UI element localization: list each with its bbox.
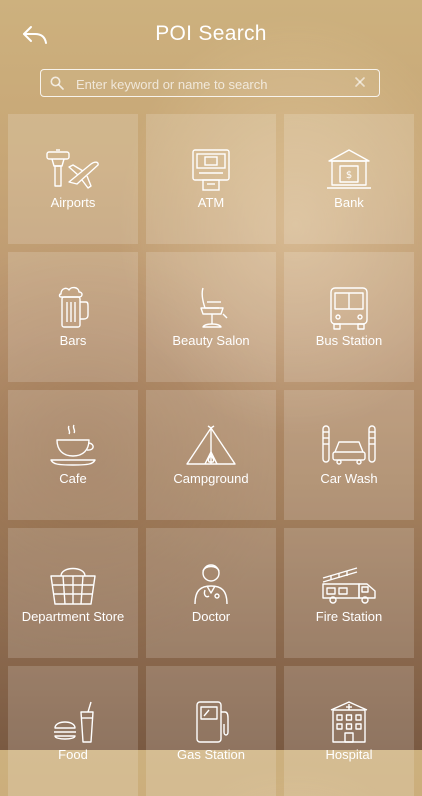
category-tile-car-wash[interactable]: Car Wash	[284, 390, 414, 520]
bus-icon	[330, 287, 368, 330]
category-tile-doctor[interactable]: Doctor	[146, 528, 276, 658]
category-label: Airports	[50, 195, 96, 210]
clear-search-icon[interactable]	[354, 76, 366, 88]
category-label: Fire Station	[315, 609, 383, 624]
category-label: Campground	[173, 471, 249, 486]
salon-chair-icon	[200, 287, 228, 328]
page-title: POI Search	[155, 22, 267, 45]
category-tile-bus-station[interactable]: Bus Station	[284, 252, 414, 382]
category-label: Gas Station	[177, 747, 245, 762]
search-icon	[50, 76, 64, 90]
bank-icon: $	[327, 149, 371, 189]
search-box	[40, 69, 380, 97]
category-tile-food[interactable]: Food	[8, 666, 138, 796]
header-bar: POI Search	[0, 0, 422, 66]
category-label: ATM	[197, 195, 225, 210]
category-tile-campground[interactable]: Campground	[146, 390, 276, 520]
beer-mug-icon	[58, 286, 89, 328]
coffee-cup-icon	[50, 424, 96, 466]
category-label: Beauty Salon	[172, 333, 250, 348]
category-tile-gas-station[interactable]: Gas Station	[146, 666, 276, 796]
category-label: Doctor	[191, 609, 231, 624]
airport-icon	[46, 149, 99, 189]
category-tile-airports[interactable]: Airports	[8, 114, 138, 244]
category-label: Food	[58, 747, 88, 762]
hospital-icon	[330, 701, 368, 743]
category-label: Car Wash	[320, 471, 378, 486]
tent-icon	[186, 425, 236, 465]
category-tile-fire-station[interactable]: Fire Station	[284, 528, 414, 658]
category-label: Hospital	[325, 747, 373, 762]
category-tile-hospital[interactable]: Hospital	[284, 666, 414, 796]
fire-truck-icon	[322, 567, 376, 604]
category-label: Bars	[59, 333, 87, 348]
category-label: Cafe	[59, 471, 87, 486]
atm-icon	[192, 149, 230, 191]
category-tile-bank[interactable]: $ Bank	[284, 114, 414, 244]
category-tile-department-store[interactable]: Department Store	[8, 528, 138, 658]
category-tile-atm[interactable]: ATM	[146, 114, 276, 244]
burger-drink-icon	[54, 701, 94, 743]
search-input[interactable]	[74, 73, 348, 95]
car-wash-icon	[322, 425, 376, 465]
category-label: Bus Station	[315, 333, 383, 348]
doctor-icon	[194, 564, 228, 605]
svg-text:$: $	[346, 170, 352, 181]
category-label: Bank	[334, 195, 364, 210]
category-label: Department Store	[21, 609, 125, 624]
gas-pump-icon	[196, 701, 229, 743]
category-tile-bars[interactable]: Bars	[8, 252, 138, 382]
basket-icon	[50, 567, 96, 605]
category-tile-cafe[interactable]: Cafe	[8, 390, 138, 520]
category-tile-beauty-salon[interactable]: Beauty Salon	[146, 252, 276, 382]
